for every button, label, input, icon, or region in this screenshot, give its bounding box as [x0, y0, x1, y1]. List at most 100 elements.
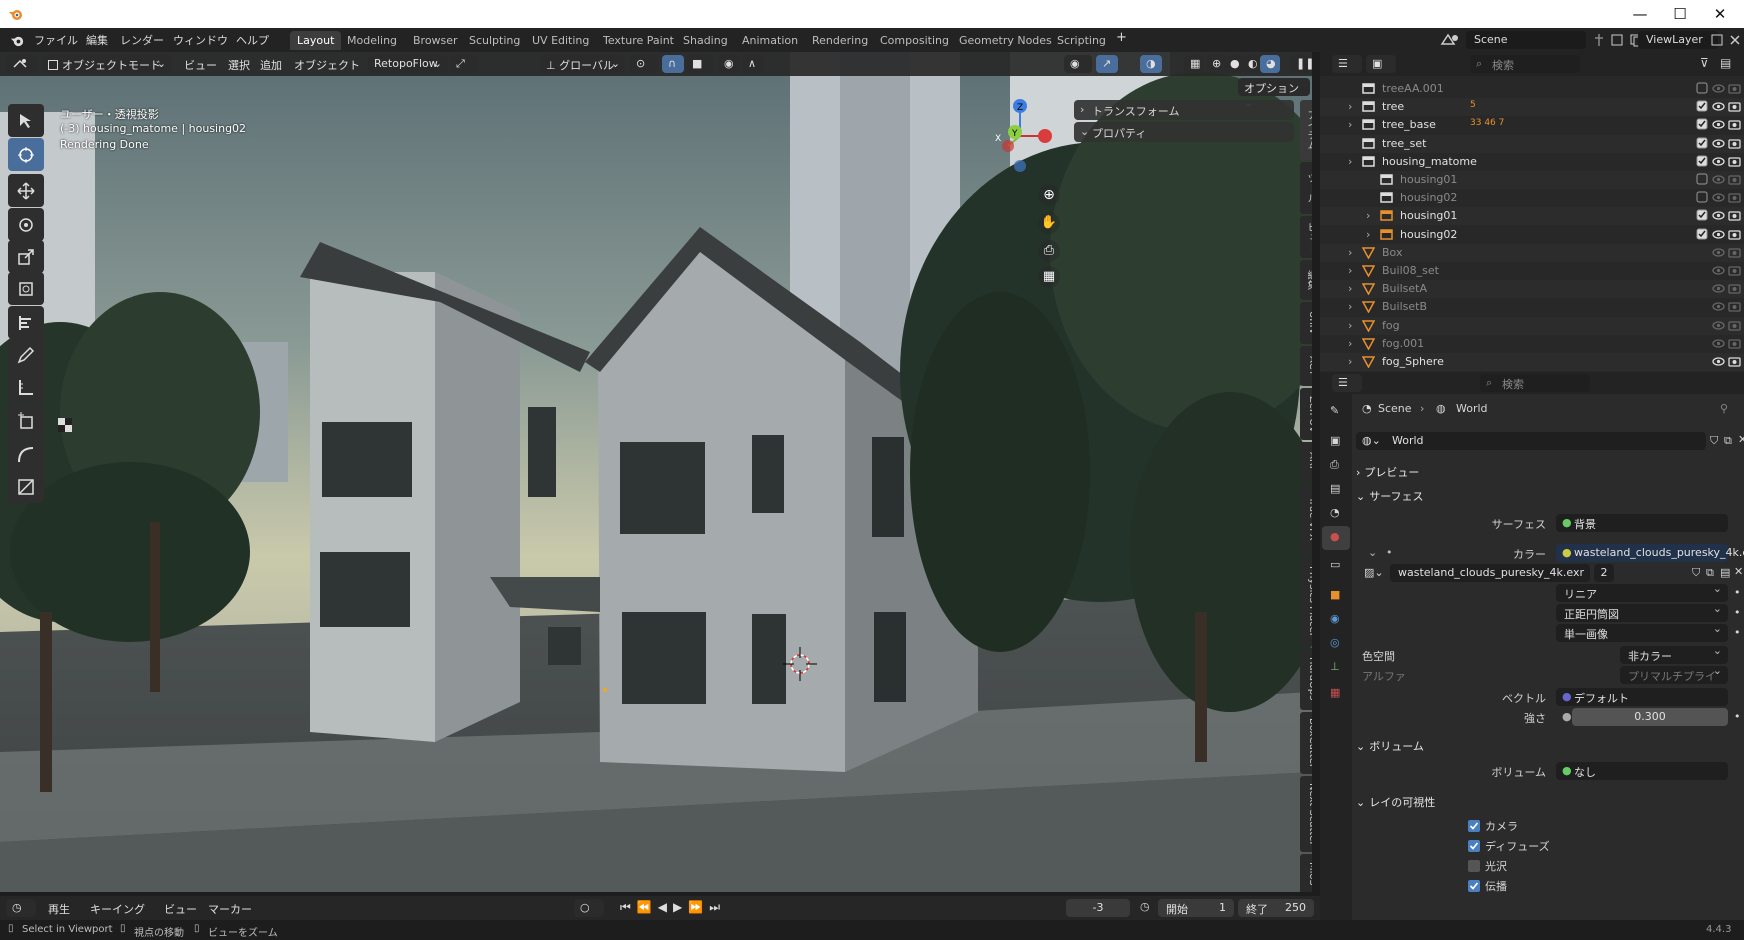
next-keyframe-icon[interactable]: ⏩: [688, 900, 709, 914]
surface-panel-header[interactable]: ⌄ サーフェス: [1356, 488, 1424, 504]
render-camera-icon[interactable]: [1728, 264, 1741, 277]
xray-button[interactable]: ▦: [1184, 55, 1204, 73]
checkbox-box[interactable]: [1468, 820, 1480, 832]
render-camera-icon[interactable]: [1728, 155, 1741, 168]
outliner-row[interactable]: treeAA.001: [1320, 80, 1744, 98]
render-camera-icon[interactable]: [1728, 355, 1741, 368]
exclude-checkbox[interactable]: [1696, 100, 1709, 113]
pin-icon[interactable]: [1592, 33, 1606, 47]
sidebar-tab-10[interactable]: HardOps: [1300, 648, 1312, 710]
eye-icon[interactable]: [1712, 300, 1725, 313]
strength-slider[interactable]: 0.300: [1572, 708, 1728, 726]
play-icon[interactable]: ▶: [673, 900, 688, 914]
outliner-row[interactable]: › fog: [1320, 316, 1744, 335]
render-camera-icon[interactable]: [1728, 228, 1741, 241]
editor-type-button[interactable]: [6, 55, 38, 73]
tool-tweak[interactable]: [8, 104, 44, 137]
render-camera-icon[interactable]: [1728, 191, 1741, 204]
sidebar-tab-3[interactable]: 編集: [1300, 260, 1312, 300]
scene-icon[interactable]: [1440, 32, 1462, 48]
eye-icon[interactable]: [1712, 118, 1725, 131]
sidebar-tab-4[interactable]: UnIV: [1300, 302, 1312, 344]
chevron-right-icon[interactable]: ›: [1366, 228, 1370, 241]
ray-visibility-panel-header[interactable]: ⌄ レイの可視性: [1356, 794, 1435, 810]
camera-view-icon[interactable]: ⎙: [1038, 240, 1060, 262]
checker-icon[interactable]: [58, 418, 72, 432]
pin-icon[interactable]: ⚲: [1720, 402, 1728, 415]
eye-icon[interactable]: [1712, 137, 1725, 150]
workspace-tab-rendering[interactable]: Rendering: [805, 31, 875, 50]
tool-annotate[interactable]: [8, 338, 44, 371]
sidebar-tab-13[interactable]: Mio3: [1300, 854, 1312, 892]
display-mode-button[interactable]: ▣: [1366, 55, 1396, 73]
render-camera-icon[interactable]: [1728, 209, 1741, 222]
tab-view-layer[interactable]: ▤: [1322, 478, 1350, 502]
chevron-right-icon[interactable]: ›: [1348, 337, 1352, 350]
projection-dropdown[interactable]: 正距円筒図: [1556, 602, 1728, 622]
tool-cursor[interactable]: [8, 138, 44, 171]
playback-controls[interactable]: ⏮⏪◀▶⏩⏭: [620, 900, 726, 915]
tab-collection[interactable]: ▭: [1322, 554, 1350, 578]
world-datablock[interactable]: ◍⌄ World: [1356, 432, 1706, 450]
minimize-button[interactable]: —: [1620, 4, 1660, 24]
outliner-row[interactable]: › BuilsetA: [1320, 280, 1744, 299]
gizmo-x-axis[interactable]: [1038, 129, 1052, 143]
menu-window[interactable]: ウィンドウ: [173, 32, 228, 48]
tool-move[interactable]: [8, 174, 44, 207]
tab-data[interactable]: ⊥: [1322, 656, 1350, 680]
viewlayer-selector[interactable]: ViewLayer: [1638, 31, 1718, 49]
timeline-menu-marker[interactable]: マーカー: [202, 899, 258, 917]
colorspace-dropdown[interactable]: 非カラー: [1620, 644, 1728, 664]
viewport-menu-add[interactable]: 追加: [254, 55, 288, 73]
tab-constraints[interactable]: ◎: [1322, 632, 1350, 656]
timeline-editor-type[interactable]: ◷: [6, 899, 36, 917]
pause-render-button[interactable]: ❚❚: [1290, 55, 1312, 73]
timeline-menu-playback[interactable]: 再生: [42, 899, 76, 917]
color-texture-field[interactable]: ● wasteland_clouds_puresky_4k.exr: [1556, 544, 1744, 562]
ortho-grid-icon[interactable]: ▦: [1038, 266, 1060, 288]
outliner-row[interactable]: › tree 5: [1320, 98, 1744, 117]
vector-field[interactable]: ● デフォルト: [1556, 688, 1728, 706]
workspace-tab-scripting[interactable]: Scripting: [1050, 31, 1113, 50]
eye-icon[interactable]: [1712, 100, 1725, 113]
tool-extra-1[interactable]: [8, 438, 44, 471]
add-workspace-button[interactable]: +: [1116, 30, 1127, 45]
exclude-checkbox[interactable]: [1696, 173, 1709, 186]
proportional-edit-button[interactable]: ◉: [718, 55, 740, 73]
checkbox-box[interactable]: [1468, 840, 1480, 852]
blender-menu-icon[interactable]: [10, 33, 25, 48]
render-camera-icon[interactable]: [1728, 118, 1741, 131]
exclude-checkbox[interactable]: [1696, 82, 1709, 95]
eye-icon[interactable]: [1712, 355, 1725, 368]
outliner-search-input[interactable]: ⌕ 検索: [1470, 55, 1580, 73]
alpha-dropdown[interactable]: プリマルチプライ: [1620, 664, 1728, 684]
exclude-checkbox[interactable]: [1696, 209, 1709, 222]
tool-measure[interactable]: [8, 370, 44, 403]
source-dropdown[interactable]: 単一画像: [1556, 622, 1728, 642]
play-reverse-icon[interactable]: ◀: [658, 900, 673, 914]
duplicate-icon[interactable]: ⧉: [1724, 434, 1732, 448]
unlink-icon[interactable]: ✕: [1734, 565, 1743, 578]
outliner-row[interactable]: › Buil08_set: [1320, 262, 1744, 280]
exclude-checkbox[interactable]: [1696, 118, 1709, 131]
exclude-checkbox[interactable]: [1696, 137, 1709, 150]
eye-icon[interactable]: [1712, 282, 1725, 295]
render-camera-icon[interactable]: [1728, 337, 1741, 350]
properties-search-input[interactable]: ⌕ 検索: [1480, 374, 1590, 392]
pivot-button[interactable]: ⊙: [630, 55, 658, 73]
workspace-tab-compositing[interactable]: Compositing: [873, 31, 956, 50]
overlay-button[interactable]: ◑: [1140, 55, 1162, 73]
options-button[interactable]: オプション ⌄: [1238, 78, 1310, 109]
exclude-checkbox[interactable]: [1696, 228, 1709, 241]
tab-scene[interactable]: ◔: [1322, 502, 1350, 526]
tab-physics[interactable]: ◉: [1322, 608, 1350, 632]
volume-shader-field[interactable]: ● なし: [1556, 762, 1728, 780]
tool-transform[interactable]: [8, 272, 44, 305]
eye-icon[interactable]: [1712, 191, 1725, 204]
new-scene-icon[interactable]: [1610, 33, 1624, 47]
render-camera-icon[interactable]: [1728, 282, 1741, 295]
chevron-right-icon[interactable]: ›: [1348, 246, 1352, 259]
timer-icon[interactable]: ◷: [1140, 900, 1150, 913]
outliner-row[interactable]: tree_set: [1320, 134, 1744, 153]
shading-solid-button[interactable]: ●: [1224, 55, 1244, 73]
